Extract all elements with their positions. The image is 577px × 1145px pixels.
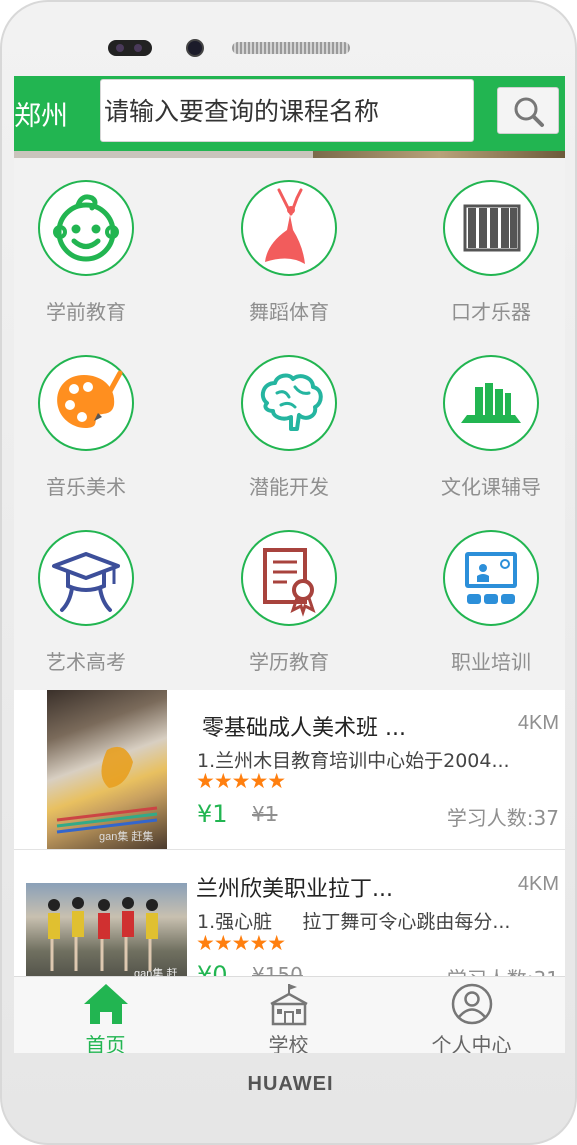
- top-header: 郑州 请输入要查询的课程名称: [14, 76, 565, 156]
- nav-home[interactable]: 首页: [14, 977, 197, 1053]
- category-preschool[interactable]: 学前教育: [14, 158, 166, 324]
- nav-label: 个人中心: [431, 1033, 512, 1053]
- category-speech-instruments[interactable]: 口才乐器: [411, 158, 565, 324]
- app-screen: 郑州 请输入要查询的课程名称 学前教育 舞蹈体育 口才乐器 音乐美术 潜能开发 …: [14, 76, 565, 1053]
- baby-face-icon: [53, 194, 119, 262]
- category-music-art[interactable]: 音乐美术: [14, 333, 166, 499]
- speaker-grille: [232, 42, 350, 54]
- course-distance: 4KM: [517, 712, 559, 734]
- thumbnail-watermark: gan集 赶集: [99, 831, 154, 843]
- category-label: 职业培训: [451, 650, 531, 674]
- books-icon: [461, 383, 521, 423]
- category-label: 学前教育: [46, 300, 126, 324]
- course-distance: 4KM: [517, 873, 559, 895]
- category-label: 艺术高考: [46, 650, 126, 674]
- search-button[interactable]: [497, 87, 559, 134]
- category-degree[interactable]: 学历教育: [209, 508, 369, 674]
- front-camera-icon: [186, 39, 204, 57]
- category-grid: 学前教育 舞蹈体育 口才乐器 音乐美术 潜能开发 文化课辅导 艺术高考 学历教育…: [14, 158, 565, 690]
- course-title: 零基础成人美术班 ...: [202, 716, 406, 741]
- nav-label: 首页: [85, 1033, 126, 1053]
- search-input[interactable]: 请输入要查询的课程名称: [100, 79, 474, 142]
- category-vocational[interactable]: 职业培训: [411, 508, 565, 674]
- presentation-icon: [465, 552, 517, 604]
- category-label: 音乐美术: [46, 475, 126, 499]
- nav-label: 学校: [268, 1033, 309, 1053]
- category-label: 舞蹈体育: [249, 300, 329, 324]
- brain-icon: [260, 373, 323, 431]
- category-potential[interactable]: 潜能开发: [209, 333, 369, 499]
- category-label: 文化课辅导: [441, 475, 541, 499]
- school-icon: [269, 984, 308, 1026]
- palette-icon: [57, 370, 123, 429]
- certificate-icon: [263, 548, 316, 617]
- course-item[interactable]: gan集 赶集 兰州欣美职业拉丁... 4KM 1.强心脏 拉丁舞可令心跳由每分…: [14, 851, 565, 980]
- course-description: 1.强心脏 拉丁舞可令心跳由每分...: [197, 911, 511, 933]
- banner-image[interactable]: [14, 151, 565, 158]
- category-label: 口才乐器: [451, 300, 531, 324]
- dancer-icon: [265, 188, 305, 264]
- phone-frame: HUAWEI 郑州 请输入要查询的课程名称 学前教育 舞蹈体育 口才乐器 音乐美…: [0, 0, 577, 1145]
- city-selector[interactable]: 郑州: [14, 94, 68, 133]
- category-label: 潜能开发: [249, 475, 329, 499]
- rating-stars: ★★★★★: [196, 770, 286, 793]
- user-icon: [451, 983, 492, 1025]
- search-icon: [514, 97, 544, 127]
- phone-top-bezel: [2, 2, 575, 76]
- sensor-icon: [108, 40, 152, 56]
- nav-profile[interactable]: 个人中心: [380, 977, 563, 1053]
- category-dance-sports[interactable]: 舞蹈体育: [209, 158, 369, 324]
- course-list: gan集 赶集 零基础成人美术班 ... 4KM 1.兰州木目教育培训中心始于2…: [14, 690, 565, 980]
- bottom-navigation: 首页 学校 个人中心: [14, 976, 565, 1053]
- course-title: 兰州欣美职业拉丁...: [196, 877, 393, 902]
- course-item[interactable]: gan集 赶集 零基础成人美术班 ... 4KM 1.兰州木目教育培训中心始于2…: [14, 690, 565, 850]
- course-original-price: ¥1: [252, 802, 278, 826]
- graduate-cap-icon: [52, 552, 120, 612]
- home-icon: [83, 984, 128, 1024]
- course-price: ¥1: [197, 800, 228, 828]
- nav-school[interactable]: 学校: [197, 977, 380, 1053]
- rating-stars: ★★★★★: [196, 932, 286, 955]
- category-art-exam[interactable]: 艺术高考: [14, 508, 166, 674]
- category-label: 学历教育: [249, 650, 329, 674]
- learner-count: 学习人数:37: [446, 806, 559, 830]
- course-thumbnail: gan集 赶集: [26, 883, 187, 980]
- device-brand: HUAWEI: [247, 1073, 334, 1095]
- course-thumbnail: gan集 赶集: [47, 690, 167, 849]
- piano-keys-icon: [463, 204, 521, 252]
- category-tutoring[interactable]: 文化课辅导: [411, 333, 565, 499]
